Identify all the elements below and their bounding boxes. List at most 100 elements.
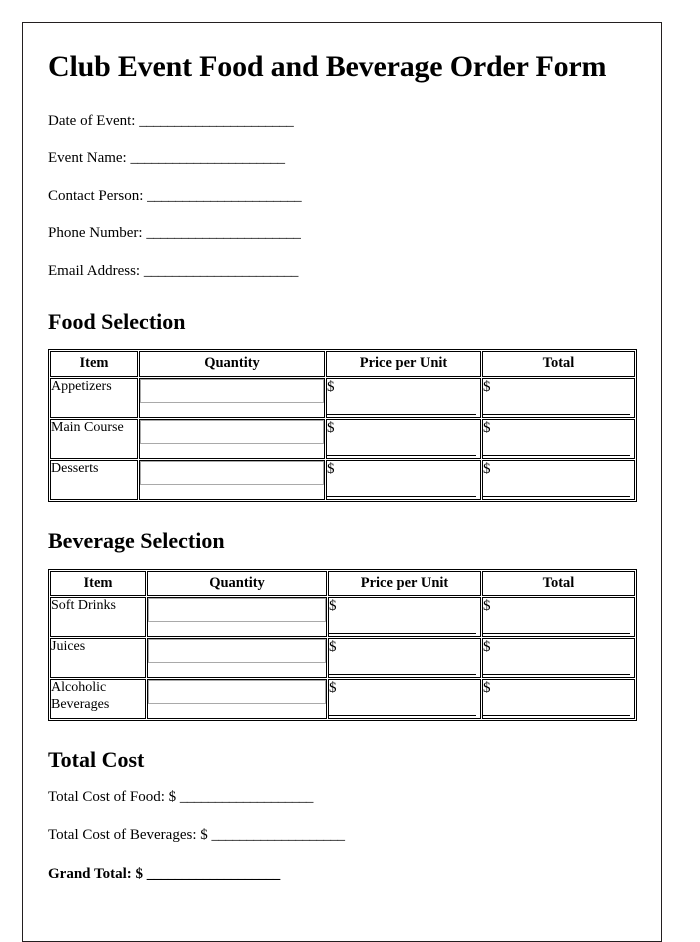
field-input-email-address[interactable]: ______________________ — [144, 263, 299, 279]
quantity-input-juices[interactable] — [148, 639, 326, 664]
cell-quantity[interactable] — [147, 597, 327, 638]
currency-symbol: $ — [483, 379, 491, 396]
cell-price-per-unit[interactable]: $ — [326, 378, 481, 419]
field-label-date-of-event: Date of Event: — [48, 112, 136, 129]
table-header-row: Item Quantity Price per Unit Total — [50, 570, 635, 597]
cell-item-name: Desserts — [50, 460, 138, 501]
beverage-selection-table: Item Quantity Price per Unit Total Soft … — [48, 568, 637, 722]
cell-quantity[interactable] — [139, 460, 325, 501]
column-header-total: Total — [482, 570, 635, 597]
currency-symbol: $ — [483, 639, 491, 656]
quantity-input-soft-drinks[interactable] — [148, 598, 326, 623]
price-write-in-line[interactable] — [329, 633, 476, 635]
currency-symbol: $ — [329, 639, 337, 656]
column-header-quantity: Quantity — [147, 570, 327, 597]
price-write-in-line[interactable] — [329, 674, 476, 676]
field-phone-number: Phone Number: ______________________ — [48, 224, 636, 244]
quantity-input-desserts[interactable] — [140, 461, 324, 486]
total-write-in-line[interactable] — [483, 633, 630, 635]
cell-item-name: Main Course — [50, 419, 138, 460]
cell-quantity[interactable] — [139, 378, 325, 419]
price-write-in-line[interactable] — [327, 414, 476, 416]
document-body: Club Event Food and Beverage Order Form … — [23, 23, 661, 884]
price-write-in-line[interactable] — [327, 496, 476, 498]
column-header-price-per-unit: Price per Unit — [328, 570, 481, 597]
cell-price-per-unit[interactable]: $ — [326, 419, 481, 460]
currency-symbol: $ — [327, 461, 335, 478]
total-row-food: Total Cost of Food: $ __________________… — [48, 788, 636, 808]
field-label-contact-person: Contact Person: — [48, 187, 144, 204]
currency-symbol: $ — [483, 598, 491, 615]
field-contact-person: Contact Person: ______________________ — [48, 187, 636, 207]
cell-quantity[interactable] — [147, 679, 327, 720]
cell-total[interactable]: $ — [482, 638, 635, 679]
table-row: Juices $ $ — [50, 638, 635, 679]
cell-quantity[interactable] — [139, 419, 325, 460]
field-input-phone-number[interactable]: ______________________ — [146, 225, 301, 241]
cell-total[interactable]: $ — [482, 419, 635, 460]
quantity-input-appetizers[interactable] — [140, 379, 324, 404]
total-input-beverages[interactable]: ___________________ — [212, 827, 346, 843]
field-label-email-address: Email Address: — [48, 262, 141, 279]
currency-symbol: $ — [327, 420, 335, 437]
section-heading-beverage-selection: Beverage Selection — [48, 528, 225, 554]
field-label-event-name: Event Name: — [48, 150, 127, 167]
cell-total[interactable]: $ — [482, 679, 635, 720]
total-write-in-line[interactable] — [483, 496, 630, 498]
field-event-name: Event Name: ______________________ — [48, 149, 636, 169]
cell-item-name: Soft Drinks — [50, 597, 146, 638]
field-email-address: Email Address: ______________________ — [48, 262, 636, 282]
section-heading-food-selection: Food Selection — [48, 309, 186, 335]
field-input-event-name[interactable]: ______________________ — [130, 150, 285, 166]
field-date-of-event: Date of Event: ______________________ — [48, 112, 636, 132]
table-header-row: Item Quantity Price per Unit Total — [50, 351, 635, 378]
total-row-grand-total: Grand Total: $ ___________________ — [48, 865, 636, 885]
document-page: Club Event Food and Beverage Order Form … — [22, 22, 662, 942]
field-label-phone-number: Phone Number: — [48, 225, 143, 242]
field-input-date-of-event[interactable]: ______________________ — [139, 113, 294, 129]
cell-total[interactable]: $ — [482, 597, 635, 638]
event-details-fieldset: Date of Event: ______________________ Ev… — [48, 112, 636, 282]
quantity-input-alcoholic-beverages[interactable] — [148, 680, 326, 705]
cell-price-per-unit[interactable]: $ — [328, 679, 481, 720]
total-label-food: Total Cost of Food: $ — [48, 788, 177, 805]
column-header-price-per-unit: Price per Unit — [326, 351, 481, 378]
section-heading-total-cost: Total Cost — [48, 747, 145, 773]
total-write-in-line[interactable] — [483, 674, 630, 676]
cell-total[interactable]: $ — [482, 378, 635, 419]
currency-symbol: $ — [327, 379, 335, 396]
column-header-quantity: Quantity — [139, 351, 325, 378]
food-selection-table: Item Quantity Price per Unit Total Appet… — [48, 349, 637, 503]
cell-price-per-unit[interactable]: $ — [328, 597, 481, 638]
currency-symbol: $ — [483, 680, 491, 697]
page-title: Club Event Food and Beverage Order Form — [48, 50, 607, 83]
table-row: Soft Drinks $ $ — [50, 597, 635, 638]
table-row: Main Course $ $ — [50, 419, 635, 460]
column-header-total: Total — [482, 351, 635, 378]
price-write-in-line[interactable] — [329, 715, 476, 717]
currency-symbol: $ — [329, 680, 337, 697]
total-input-grand-total[interactable]: ___________________ — [147, 866, 281, 882]
currency-symbol: $ — [483, 420, 491, 437]
cell-total[interactable]: $ — [482, 460, 635, 501]
field-input-contact-person[interactable]: ______________________ — [147, 188, 302, 204]
total-write-in-line[interactable] — [483, 414, 630, 416]
total-write-in-line[interactable] — [483, 455, 630, 457]
column-header-item: Item — [50, 570, 146, 597]
cell-item-name: Appetizers — [50, 378, 138, 419]
total-row-beverages: Total Cost of Beverages: $ _____________… — [48, 826, 636, 846]
currency-symbol: $ — [329, 598, 337, 615]
total-label-beverages: Total Cost of Beverages: $ — [48, 827, 208, 844]
cell-item-name: Alcoholic Beverages — [50, 679, 146, 720]
cell-price-per-unit[interactable]: $ — [328, 638, 481, 679]
table-row: Desserts $ $ — [50, 460, 635, 501]
total-input-food[interactable]: ___________________ — [180, 789, 314, 805]
total-label-grand-total: Grand Total: $ — [48, 865, 144, 882]
quantity-input-main-course[interactable] — [140, 420, 324, 445]
cell-price-per-unit[interactable]: $ — [326, 460, 481, 501]
column-header-item: Item — [50, 351, 138, 378]
table-row: Appetizers $ $ — [50, 378, 635, 419]
price-write-in-line[interactable] — [327, 455, 476, 457]
cell-quantity[interactable] — [147, 638, 327, 679]
total-write-in-line[interactable] — [483, 715, 630, 717]
